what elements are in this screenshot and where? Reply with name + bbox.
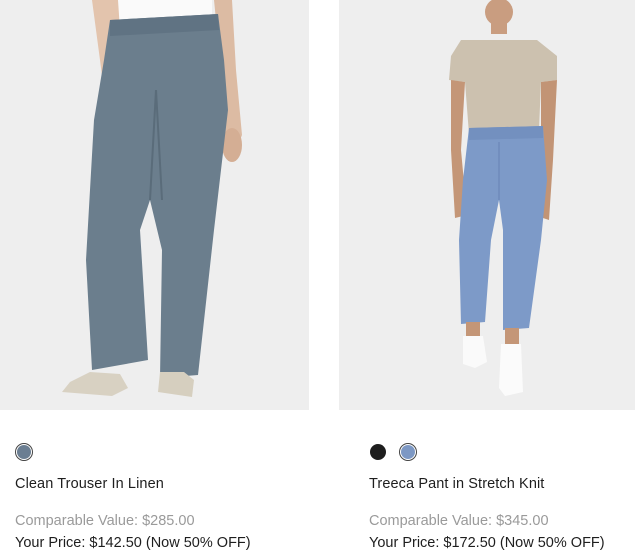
price-amount: $142.50	[89, 535, 142, 551]
product-name[interactable]: Treeca Pant in Stretch Knit	[369, 476, 544, 492]
product-name[interactable]: Clean Trouser In Linen	[15, 476, 164, 492]
product-image[interactable]	[339, 0, 635, 410]
price-label: Your Price:	[15, 535, 86, 551]
comparable-label: Comparable Value:	[369, 513, 493, 529]
product-image[interactable]	[0, 0, 309, 410]
discount-text: (Now 50% OFF)	[145, 535, 251, 551]
comparable-value: Comparable Value: $285.00	[15, 513, 195, 529]
product-photo-pant	[449, 0, 557, 396]
swatch-light-blue[interactable]	[399, 443, 417, 461]
discount-text: (Now 50% OFF)	[499, 535, 605, 551]
comparable-value: Comparable Value: $345.00	[369, 513, 549, 529]
comparable-amount: $285.00	[142, 513, 195, 529]
swatch-black[interactable]	[369, 443, 387, 461]
price-label: Your Price:	[369, 535, 440, 551]
your-price: Your Price: $172.50 (Now 50% OFF)	[369, 535, 605, 551]
color-swatches	[15, 443, 33, 461]
price-amount: $172.50	[443, 535, 496, 551]
swatch-slate-blue[interactable]	[15, 443, 33, 461]
comparable-label: Comparable Value:	[15, 513, 139, 529]
color-swatches	[369, 443, 417, 461]
product-card[interactable]: Clean Trouser In Linen Comparable Value:…	[0, 0, 309, 551]
comparable-amount: $345.00	[496, 513, 549, 529]
your-price: Your Price: $142.50 (Now 50% OFF)	[15, 535, 251, 551]
product-photo-trouser	[62, 0, 242, 397]
product-card[interactable]: Treeca Pant in Stretch Knit Comparable V…	[339, 0, 635, 551]
